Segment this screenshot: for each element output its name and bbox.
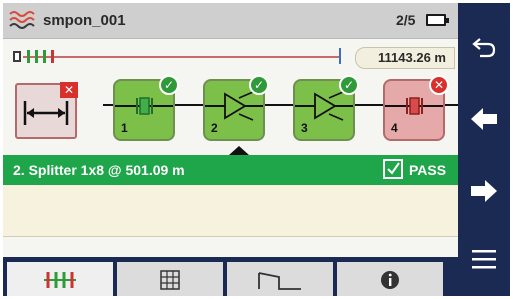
back-button[interactable] [458, 17, 510, 77]
total-distance: 11143.26 m [355, 47, 455, 69]
event-number: 3 [301, 121, 308, 135]
overview-event-marker [51, 50, 54, 63]
check-badge-icon: ✓ [339, 75, 359, 95]
previous-event-button[interactable] [458, 89, 510, 149]
overview-origin-marker [13, 51, 21, 62]
check-badge-icon: ✓ [159, 75, 179, 95]
fail-badge-icon: ✕ [60, 82, 78, 98]
event-4-button[interactable]: 4 ✕ [383, 75, 449, 141]
overview-event-marker [35, 50, 38, 63]
event-1-button[interactable]: 1 ✓ [113, 75, 179, 141]
link-view-icon [44, 272, 76, 288]
next-event-button[interactable] [458, 161, 510, 221]
trace-icon [258, 272, 301, 290]
event-number: 1 [121, 121, 128, 135]
app-screen: smpon_001 2/5 11143.26 m ✕ 1 ✓ 2 ✓ 3 ✓ 4… [3, 3, 510, 296]
menu-button[interactable] [458, 229, 510, 289]
origin-event-button[interactable]: ✕ [15, 82, 78, 139]
page-indicator: 2/5 [396, 12, 416, 28]
overview-end-cursor [339, 48, 341, 64]
event-2-button[interactable]: 2 ✓ [203, 75, 269, 141]
bottom-tab-bar [3, 257, 458, 296]
pass-verdict: PASS [409, 162, 447, 178]
event-strip: ✕ 1 ✓ 2 ✓ 3 ✓ 4 ✕ [3, 73, 458, 155]
next-arrow-icon [471, 180, 497, 202]
fail-badge-icon: ✕ [429, 75, 449, 95]
battery-icon [426, 14, 449, 26]
event-3-button[interactable]: 3 ✓ [293, 75, 359, 141]
event-number: 4 [391, 121, 398, 135]
link-overview[interactable]: 11143.26 m [3, 43, 458, 71]
event-details-panel [3, 185, 458, 237]
event-description: 2. Splitter 1x8 @ 501.09 m [13, 162, 185, 178]
event-number: 2 [211, 121, 218, 135]
info-icon [381, 271, 399, 289]
previous-arrow-icon [471, 108, 497, 130]
overview-event-marker [43, 50, 46, 63]
header-bar: smpon_001 2/5 [3, 3, 458, 39]
file-title: smpon_001 [43, 12, 126, 29]
info-tab[interactable] [337, 259, 443, 296]
wave-logo-icon [9, 11, 35, 29]
selected-event-pointer-icon [229, 146, 249, 155]
table-icon [160, 270, 180, 290]
menu-icon [472, 250, 496, 269]
event-status-bar: 2. Splitter 1x8 @ 501.09 m PASS [3, 155, 458, 185]
overview-event-marker [27, 50, 30, 63]
side-navigation [458, 3, 510, 296]
pass-checkbox-icon [383, 159, 403, 179]
trace-tab[interactable] [227, 259, 333, 296]
back-icon [472, 38, 496, 58]
check-badge-icon: ✓ [249, 75, 269, 95]
link-view-tab[interactable] [7, 259, 113, 296]
overview-fiber-line [23, 56, 341, 58]
table-tab[interactable] [117, 259, 223, 296]
